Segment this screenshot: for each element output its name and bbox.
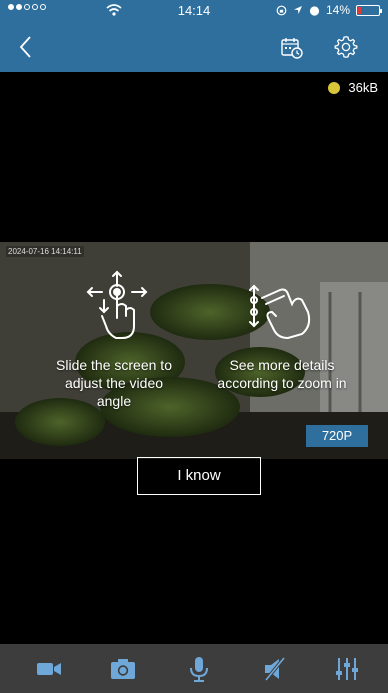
microphone-icon[interactable]	[186, 656, 212, 682]
location-arrow-icon	[293, 6, 302, 14]
alarm-icon	[309, 5, 320, 16]
i-know-button[interactable]: I know	[137, 457, 261, 495]
bottom-toolbar	[0, 644, 388, 693]
rotation-lock-icon	[276, 5, 287, 15]
hand-drag-arrows-icon	[86, 270, 148, 339]
hint-slide-text: Slide the screen to adjust the video ang…	[56, 357, 172, 409]
battery-percent: 14%	[325, 3, 350, 17]
bitrate-value: 36kB	[348, 80, 378, 95]
hand-pinch-zoom-icon	[249, 284, 311, 340]
speaker-muted-icon[interactable]	[262, 656, 288, 682]
bitrate-indicator: 36kB	[328, 80, 378, 95]
hint-zoom-text: See more details according to zoom in	[217, 357, 347, 391]
equalizer-sliders-icon[interactable]	[334, 656, 360, 682]
camera-snapshot-icon[interactable]	[110, 656, 136, 682]
chevron-left-icon[interactable]	[14, 34, 40, 60]
status-bar: 14:14 14%	[0, 0, 388, 22]
quality-button[interactable]: 720P	[306, 425, 368, 447]
camera-timestamp: 2024-07-16 14:14:11	[6, 246, 84, 257]
calendar-playback-icon[interactable]	[280, 36, 304, 60]
battery-icon	[356, 4, 382, 16]
gear-icon[interactable]	[334, 35, 358, 59]
video-record-icon[interactable]	[36, 656, 62, 682]
nav-bar	[0, 22, 388, 72]
stream-status-dot	[328, 81, 341, 94]
